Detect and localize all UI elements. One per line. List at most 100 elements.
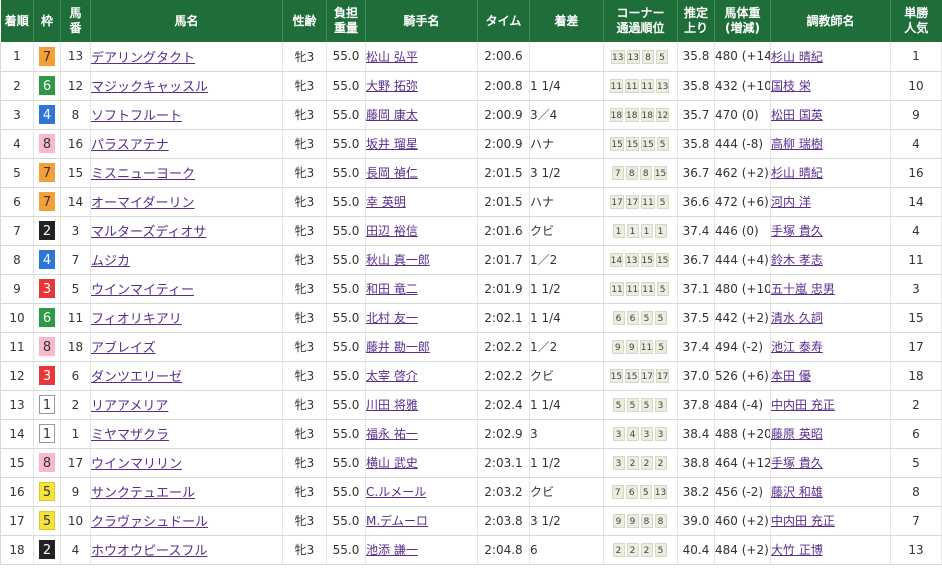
header-waku[interactable]: 枠 (33, 0, 61, 42)
trainer-name-link[interactable]: 手塚 貴久 (771, 224, 823, 238)
jockey-name-link[interactable]: 北村 友一 (366, 311, 418, 325)
header-pop[interactable]: 単勝 人気 (890, 0, 942, 42)
trainer-name-link[interactable]: 手塚 貴久 (771, 456, 823, 470)
horse-name-link[interactable]: フィオリキアリ (91, 312, 182, 327)
header-jockey[interactable]: 騎手名 (365, 0, 478, 42)
header-rank[interactable]: 着順 (0, 0, 34, 42)
horse-name-link[interactable]: リアアメリア (91, 399, 168, 414)
trainer-name-link[interactable]: 藤沢 和雄 (771, 485, 823, 499)
horse-name-link[interactable]: ウインマリリン (91, 457, 182, 472)
trainer-name-link[interactable]: 池江 泰寿 (771, 340, 823, 354)
margin-cell: 3 (529, 419, 604, 449)
trainer-name-link[interactable]: 五十嵐 忠男 (771, 282, 835, 296)
horse-name-link[interactable]: ホウオウピースフル (91, 544, 207, 559)
trainer-name-link[interactable]: 河内 洋 (771, 195, 811, 209)
jockey-name-link[interactable]: 藤井 勘一郎 (366, 340, 430, 354)
jockey-name-link[interactable]: C.ルメール (366, 485, 426, 499)
table-row: 6 7 14 オーマイダーリン 牝3 55.0 幸 英明 2:01.5 ハナ 17 17 11 5 36.… (0, 187, 942, 217)
jockey-name-link[interactable]: M.デムーロ (366, 514, 428, 528)
trainer-name-link[interactable]: 清水 久詞 (771, 311, 823, 325)
horse-name-link[interactable]: ソフトフルート (91, 109, 182, 124)
jockey-name-link[interactable]: 福永 祐一 (366, 427, 418, 441)
header-time[interactable]: タイム (477, 0, 530, 42)
trainer-name-link[interactable]: 鈴木 孝志 (771, 253, 823, 267)
waku-badge: 6 (39, 76, 55, 95)
jockey-cell: C.ルメール (365, 477, 478, 507)
trainer-name-link[interactable]: 中内田 充正 (771, 514, 835, 528)
corner-position: 11 (641, 282, 655, 296)
corner-cell: 15 15 15 5 (603, 129, 678, 159)
waku-cell: 7 (33, 158, 61, 188)
table-row: 4 8 16 パラスアテナ 牝3 55.0 坂井 瑠星 2:00.9 ハナ 15 15 15 5 35.8… (0, 129, 942, 159)
weight-cell: 55.0 (326, 129, 366, 159)
horse-name-link[interactable]: マルターズディオサ (91, 225, 206, 240)
jockey-name-link[interactable]: 和田 竜二 (366, 282, 418, 296)
sexage-cell: 牝3 (282, 245, 327, 275)
sexage-cell: 牝3 (282, 448, 327, 478)
jockey-name-link[interactable]: 川田 将雅 (366, 398, 418, 412)
horse-name-link[interactable]: アブレイズ (91, 341, 156, 356)
trainer-name-link[interactable]: 杉山 晴紀 (771, 50, 823, 64)
last3f-cell: 39.0 (677, 506, 715, 536)
jockey-name-link[interactable]: 池添 謙一 (366, 543, 418, 557)
corner-position: 5 (640, 311, 653, 325)
horse-name-link[interactable]: マジックキャッスル (91, 80, 208, 95)
trainer-name-link[interactable]: 本田 優 (771, 369, 811, 383)
jockey-name-link[interactable]: 松山 弘平 (366, 50, 418, 64)
header-sexage[interactable]: 性齢 (282, 0, 327, 42)
corner-position: 11 (639, 340, 654, 354)
trainer-name-link[interactable]: 中内田 充正 (771, 398, 835, 412)
rank-cell: 10 (0, 303, 34, 333)
jockey-name-link[interactable]: 坂井 瑠星 (366, 137, 418, 151)
jockey-name-link[interactable]: 田辺 裕信 (366, 224, 418, 238)
trainer-name-link[interactable]: 杉山 晴紀 (771, 166, 823, 180)
jockey-name-link[interactable]: 藤岡 康太 (366, 108, 418, 122)
trainer-name-link[interactable]: 松田 国英 (771, 108, 823, 122)
horse-name-link[interactable]: ムジカ (91, 254, 130, 269)
trainer-name-link[interactable]: 国枝 栄 (771, 79, 811, 93)
header-corner[interactable]: コーナー 通過順位 (603, 0, 678, 42)
horse-name-link[interactable]: パラスアテナ (91, 138, 169, 153)
trainer-cell: 本田 優 (770, 361, 891, 391)
trainer-name-link[interactable]: 大竹 正博 (771, 543, 823, 557)
margin-cell: 1 1/4 (529, 71, 604, 101)
horse-name-link[interactable]: デアリングタクト (91, 51, 195, 66)
trainer-name-link[interactable]: 高柳 瑞樹 (771, 137, 823, 151)
jockey-name-link[interactable]: 横山 武史 (366, 456, 418, 470)
header-umaban[interactable]: 馬 番 (60, 0, 91, 42)
jockey-name-link[interactable]: 幸 英明 (366, 195, 406, 209)
last3f-cell: 38.4 (677, 419, 715, 449)
time-cell: 2:04.8 (477, 535, 530, 565)
jockey-name-link[interactable]: 秋山 真一郎 (366, 253, 430, 267)
jockey-name-link[interactable]: 太宰 啓介 (366, 369, 418, 383)
horse-name-link[interactable]: ダンツエリーゼ (91, 370, 182, 385)
time-cell: 2:01.9 (477, 274, 530, 304)
corner-cell: 9988 (603, 506, 678, 536)
horse-name-link[interactable]: サンクテュエール (91, 486, 195, 501)
horse-name-link[interactable]: ミスニューヨーク (91, 167, 195, 182)
horse-name-link[interactable]: ウインマイティー (91, 283, 194, 298)
header-weight[interactable]: 負担 重量 (326, 0, 366, 42)
waku-badge: 7 (39, 163, 55, 182)
umaban-cell: 13 (60, 42, 91, 72)
margin-cell: 6 (529, 535, 604, 565)
header-margin[interactable]: 着差 (529, 0, 604, 42)
horse-name-link[interactable]: クラヴァシュドール (91, 515, 208, 530)
trainer-name-link[interactable]: 藤原 英昭 (771, 427, 823, 441)
horse-name-link[interactable]: ミヤマザクラ (91, 428, 169, 443)
header-trainer[interactable]: 調教師名 (770, 0, 891, 42)
horse-name-link[interactable]: オーマイダーリン (91, 196, 194, 211)
sexage-cell: 牝3 (282, 129, 327, 159)
sexage-cell: 牝3 (282, 361, 327, 391)
header-bodyweight[interactable]: 馬体重 (増減) (714, 0, 771, 42)
corner-position: 2 (640, 543, 653, 557)
header-last3f[interactable]: 推定 上り (677, 0, 715, 42)
jockey-name-link[interactable]: 大野 拓弥 (366, 79, 418, 93)
bodyweight-cell: 494 (-2) (714, 332, 771, 362)
jockey-name-link[interactable]: 長岡 禎仁 (366, 166, 418, 180)
trainer-cell: 池江 泰寿 (770, 332, 891, 362)
waku-cell: 3 (33, 274, 61, 304)
jockey-cell: 和田 竜二 (365, 274, 478, 304)
header-horse[interactable]: 馬名 (90, 0, 283, 42)
corner-positions: 15 15 17 17 (609, 368, 672, 383)
